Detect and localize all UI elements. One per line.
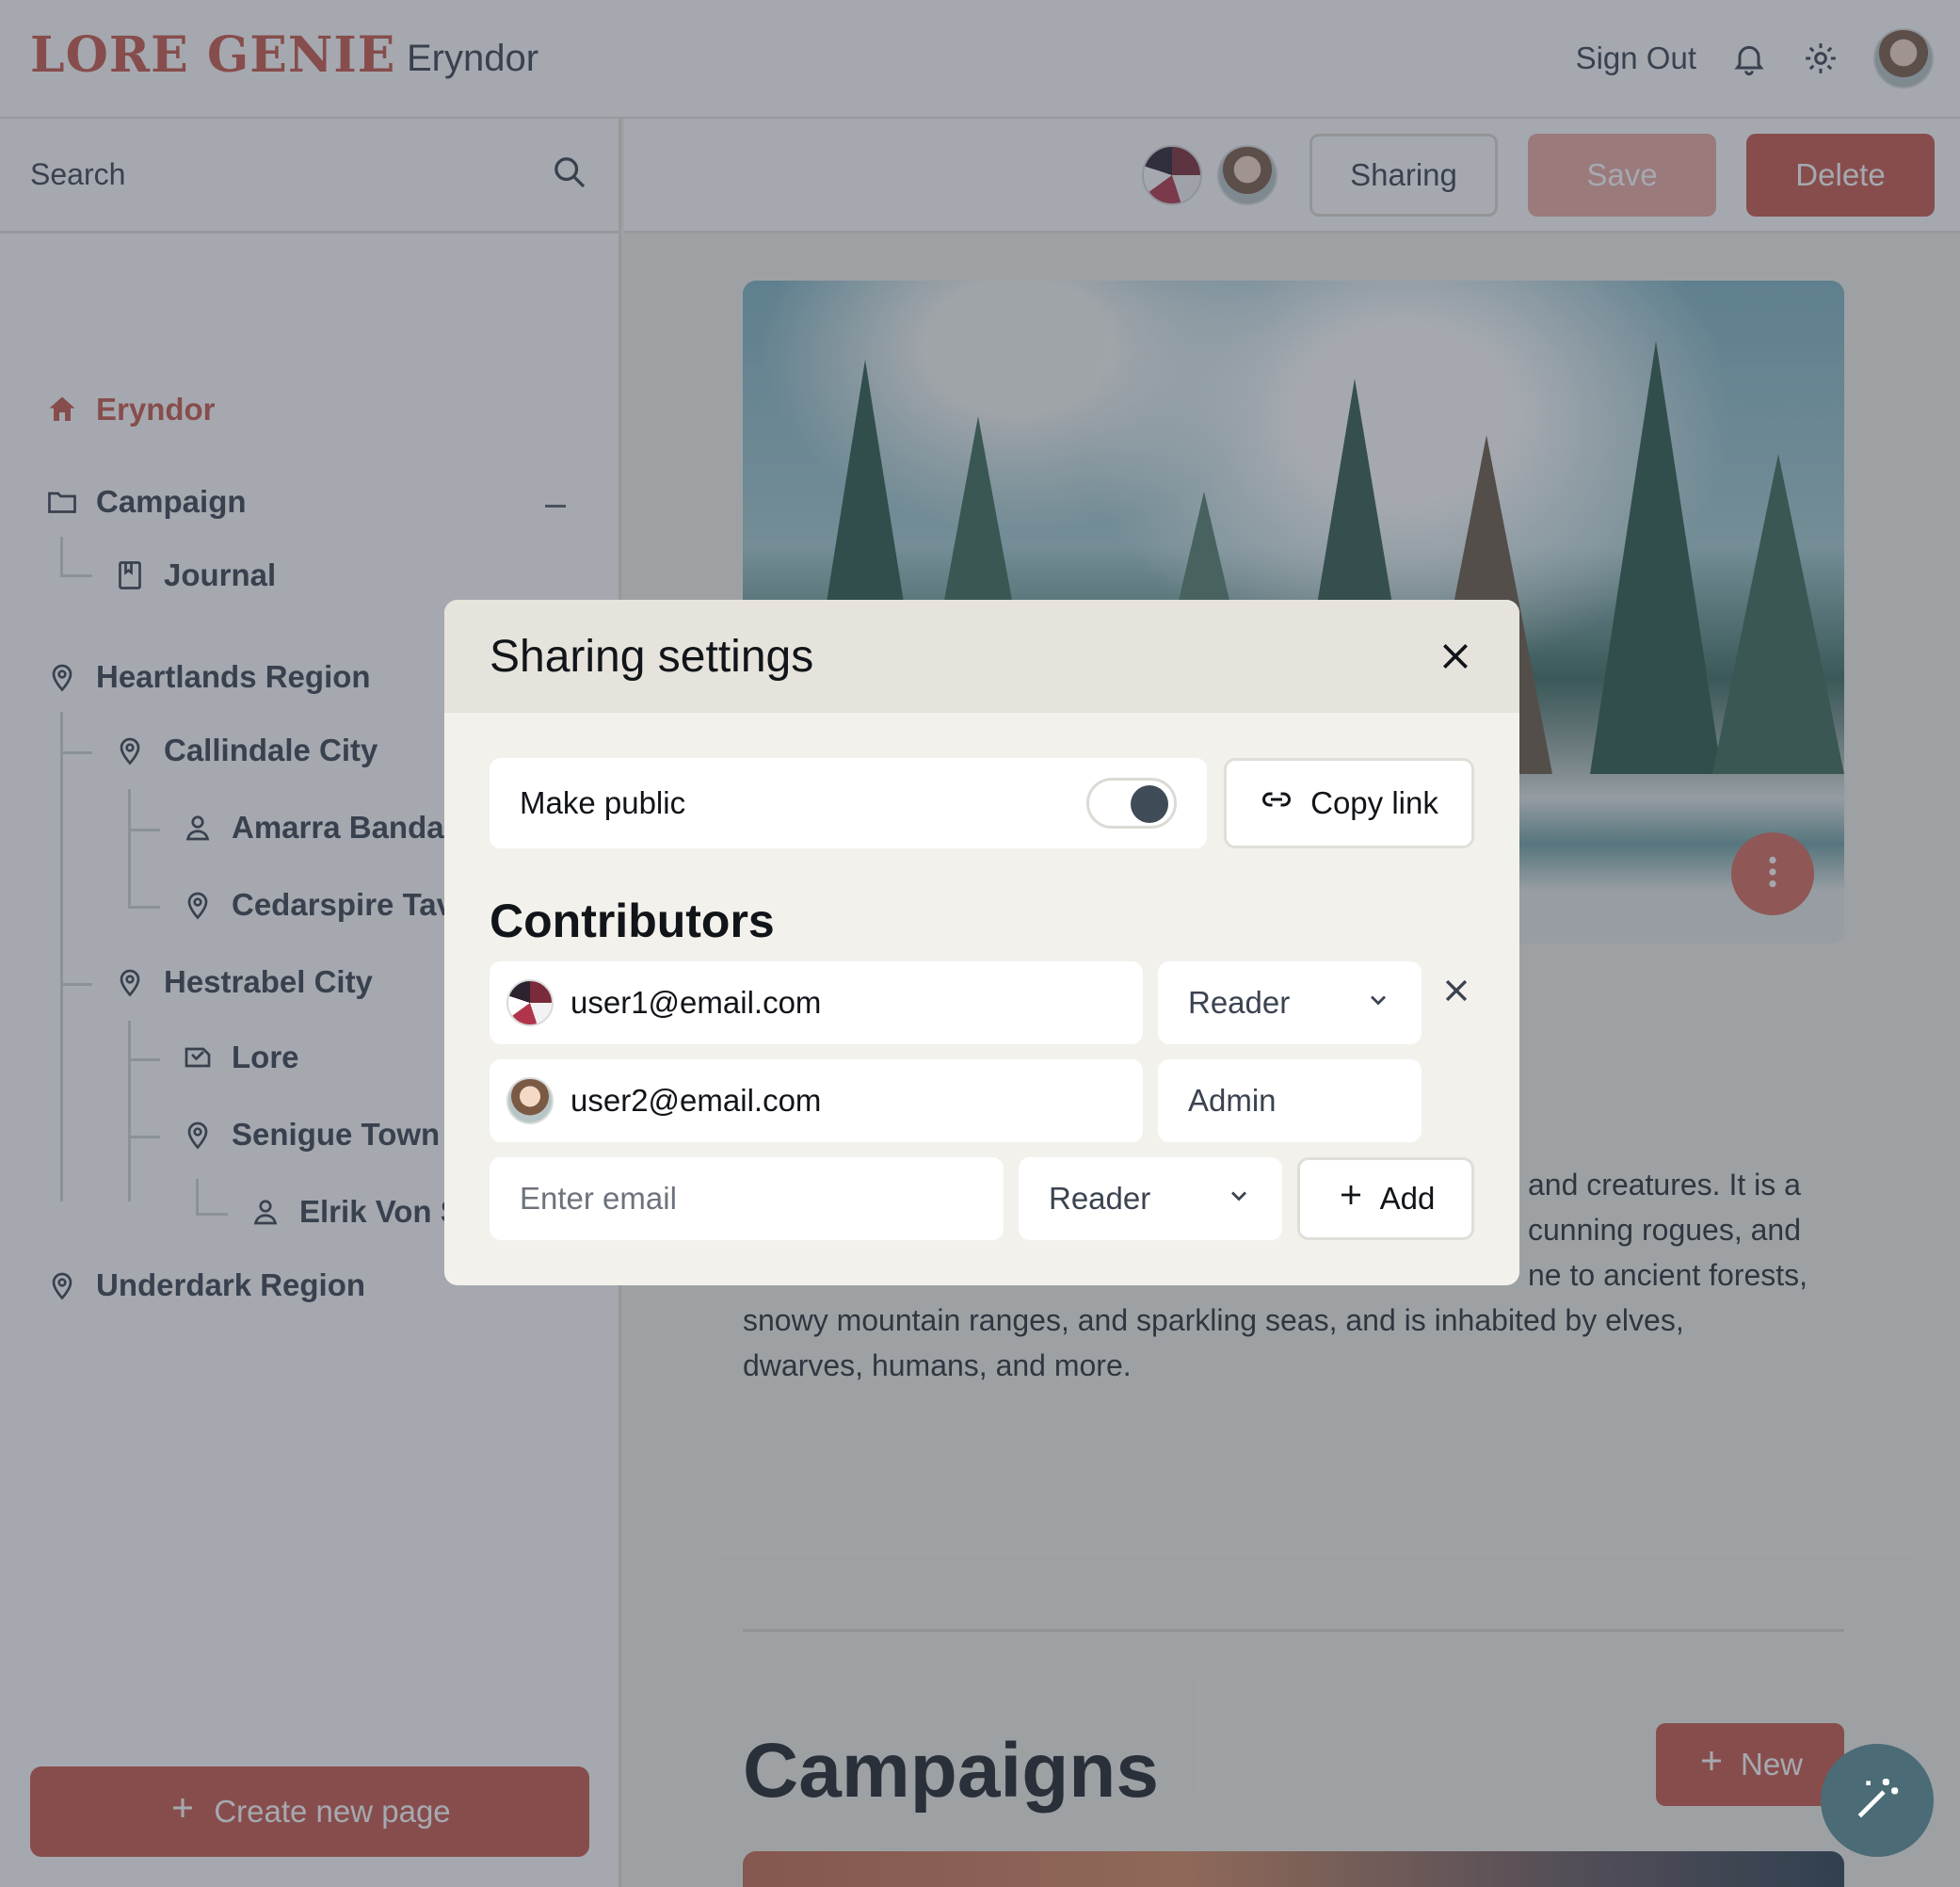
contributor-email: user2@email.com <box>570 1083 822 1118</box>
copy-link-button[interactable]: Copy link <box>1224 758 1474 848</box>
chevron-down-icon <box>1365 985 1391 1021</box>
make-public-label: Make public <box>520 785 686 820</box>
close-icon[interactable] <box>1437 637 1474 675</box>
make-public-row: Make public <box>490 758 1207 848</box>
sharing-settings-modal: Sharing settings Make public Copy link C… <box>444 600 1519 1285</box>
contributor-email-row: user1@email.com <box>490 961 1143 1044</box>
add-contributor-button[interactable]: Add <box>1297 1157 1474 1240</box>
magic-wand-icon <box>1851 1772 1904 1830</box>
add-label: Add <box>1379 1181 1436 1216</box>
make-public-toggle[interactable] <box>1086 778 1177 829</box>
role-value: Admin <box>1188 1083 1277 1118</box>
contributor-avatar <box>506 979 554 1026</box>
chevron-down-icon <box>1226 1181 1252 1217</box>
remove-contributor-icon[interactable] <box>1440 975 1472 1007</box>
new-contributor-email-input[interactable]: Enter email <box>490 1157 1004 1240</box>
contributor-email-row: user2@email.com <box>490 1059 1143 1142</box>
modal-header: Sharing settings <box>444 600 1519 713</box>
role-value: Reader <box>1049 1181 1151 1216</box>
contributors-heading: Contributors <box>490 895 775 947</box>
toggle-knob <box>1131 785 1168 823</box>
copy-link-label: Copy link <box>1310 785 1438 820</box>
contributor-email: user1@email.com <box>570 985 822 1020</box>
modal-title: Sharing settings <box>490 631 814 682</box>
new-contributor-role-select[interactable]: Reader <box>1019 1157 1282 1240</box>
role-value: Reader <box>1188 985 1291 1020</box>
plus-icon <box>1337 1181 1365 1217</box>
contributor-role-display: Admin <box>1158 1059 1422 1142</box>
magic-assistant-button[interactable] <box>1821 1744 1934 1857</box>
contributor-role-select[interactable]: Reader <box>1158 961 1422 1044</box>
contributor-avatar <box>506 1077 554 1124</box>
link-icon <box>1260 782 1293 824</box>
